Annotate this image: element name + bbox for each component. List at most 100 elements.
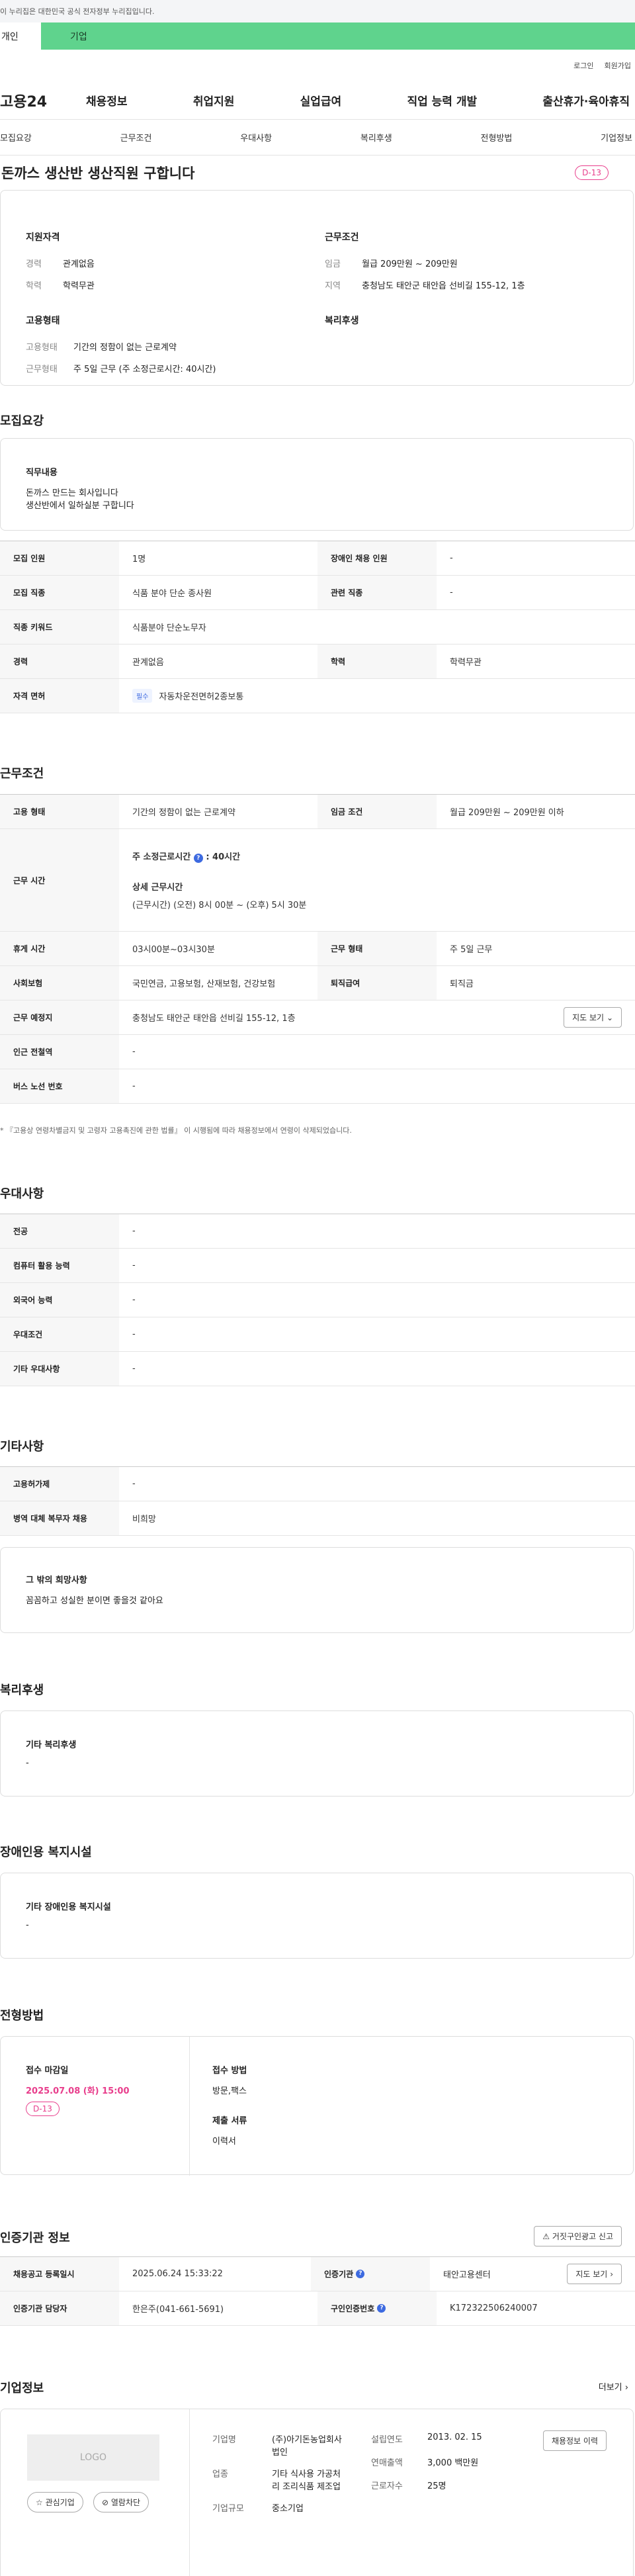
company-more-link[interactable]: 더보기 › <box>599 2380 628 2393</box>
deadline-label: 접수 마감일 <box>26 2066 69 2076</box>
th-job-keyword: 직종 키워드 <box>0 610 119 644</box>
td-reg-date: 2025.06.24 15:33:22 <box>132 2269 223 2279</box>
anchor-selection[interactable]: 전형방법 <box>481 131 513 144</box>
deadline-dday: D-13 <box>26 2102 60 2116</box>
gnb-unemployment-benefit[interactable]: 실업급여 <box>300 92 342 109</box>
disability-value: - <box>26 1920 29 1930</box>
alert-icon: ⚠ <box>542 2232 550 2241</box>
td-agency: 태안고용센터 지도 보기 › <box>430 2257 635 2291</box>
table-row: 인근 전철역 - <box>0 1035 635 1069</box>
anchor-welfare[interactable]: 복리후생 <box>360 131 392 144</box>
table-row: 근무 예정지 충청남도 태안군 태안읍 선비길 155-12, 1층 지도 보기 ⌄ <box>0 1000 635 1035</box>
anchor-conditions[interactable]: 근무조건 <box>120 131 152 144</box>
map-button[interactable]: 지도 보기 ⌄ <box>564 1007 622 1028</box>
weekly-hours-value: : 40시간 <box>206 852 241 862</box>
size-value: 중소기업 <box>272 2504 304 2514</box>
welfare-box: 기타 복리후생 - <box>0 1710 634 1797</box>
company-box: LOGO ☆ 관심기업 ⊘ 열람차단 기업명 (주)아기돈농업회사법인 업종 기타 … <box>0 2409 634 2576</box>
recruit-table: 모집 인원 1명 장애인 채용 인원 - 모집 직종 식품 분야 단순 종사원 관련 직종… <box>0 541 635 713</box>
company-info-left: 기업명 (주)아기돈농업회사법인 업종 기타 식사용 가공처리 조리식품 제조업 기… <box>212 2432 345 2514</box>
duty-box: 직무내용 돈까스 만드는 회사입니다 생산반에서 일하실분 구합니다 <box>0 438 634 531</box>
th-military: 병역 대체 복무자 채용 <box>0 1501 119 1535</box>
table-row: 인증기관 담당자 한은주(041-661-5691) 구인인증번호 ? K172322… <box>0 2291 635 2326</box>
th-career: 경력 <box>0 644 119 678</box>
agency-name: 태안고용센터 <box>443 2270 491 2280</box>
name-value: (주)아기돈농업회사법인 <box>272 2435 342 2458</box>
td-language: - <box>132 1295 136 1305</box>
anchor-recruit[interactable]: 모집요강 <box>0 131 32 144</box>
global-nav: 고용24 채용정보 취업지원 실업급여 직업 능력 개발 출산휴가·육아휴직 <box>0 81 635 120</box>
td-auth-no: K172322506240007 <box>450 2303 538 2313</box>
table-row: 버스 노선 번호 - <box>0 1069 635 1104</box>
auth-table: 채용공고 등록일시 2025.06.24 15:33:22 인증기관 ? 태안고용센터… <box>0 2256 635 2326</box>
table-row: 사회보험 국민연금, 고용보험, 산재보험, 건강보험 퇴직급여 퇴직금 <box>0 966 635 1000</box>
th-job-type: 모집 직종 <box>0 576 119 609</box>
table-row: 모집 인원 1명 장애인 채용 인원 - <box>0 541 635 576</box>
preference-table: 전공 - 컴퓨터 활용 능력 - 외국어 능력 - 우대조건 - 기타 우대사항 - <box>0 1214 635 1386</box>
work-title: 근무조건 <box>325 232 359 243</box>
anchor-company[interactable]: 기업정보 <box>601 131 632 144</box>
detail-hours-label: 상세 근무시간 <box>132 883 183 893</box>
etc-table: 고용허가제 - 병역 대체 복무자 채용 비희망 <box>0 1466 635 1536</box>
signup-link[interactable]: 회원가입 <box>605 60 631 71</box>
th-education: 학력 <box>318 644 437 678</box>
anchor-nav: 모집요강 근무조건 우대사항 복리후생 전형방법 기업정보 <box>0 120 635 155</box>
th-agency: 인증기관 ? <box>311 2257 430 2291</box>
th-break: 휴게 시간 <box>0 932 119 965</box>
welfare-summary-title: 복리후생 <box>325 316 359 326</box>
gov-notice-bar: 이 누리집은 대한민국 공식 전자정부 누리집입니다. <box>0 0 635 22</box>
login-link[interactable]: 로그인 <box>573 60 593 71</box>
block-icon: ⊘ <box>102 2498 109 2507</box>
anchor-preference[interactable]: 우대사항 <box>240 131 272 144</box>
gnb-jobs[interactable]: 채용정보 <box>86 92 128 109</box>
table-row: 전공 - <box>0 1214 635 1249</box>
disability-heading: 장애인용 복지시설 <box>0 1845 92 1859</box>
method-label: 접수 방법 <box>212 2066 247 2076</box>
th-disabled-headcount: 장애인 채용 인원 <box>318 541 437 575</box>
hiring-history-button[interactable]: 채용정보 이력 <box>542 2430 607 2451</box>
td-retirement: 퇴직금 <box>450 979 474 989</box>
td-job-keyword: 식품분야 단순노무자 <box>132 623 206 633</box>
util-links: 로그인 회원가입 <box>0 50 635 81</box>
info-icon[interactable]: ? <box>193 854 203 863</box>
selection-box: 접수 마감일 2025.07.08 (화) 15:00 D-13 접수 방법 방… <box>0 2036 634 2176</box>
industry-value: 기타 식사용 가공처리 조리식품 제조업 <box>272 2469 341 2492</box>
td-pref-condition: - <box>132 1329 136 1339</box>
th-major: 전공 <box>0 1214 119 1248</box>
th-reg-date: 채용공고 등록일시 <box>0 2257 119 2291</box>
td-career: 관계없음 <box>132 658 164 668</box>
table-row: 직종 키워드 식품분야 단순노무자 <box>0 610 635 644</box>
info-icon[interactable]: ? <box>356 2270 365 2278</box>
td-other-pref: - <box>132 1364 136 1374</box>
company-info-right: 설립연도 2013. 02. 15 연매출액 3,000 백만원 근로자수 25명 <box>371 2432 482 2491</box>
block-view-button[interactable]: ⊘ 열람차단 <box>93 2492 149 2512</box>
fav-company-button[interactable]: ☆ 관심기업 <box>27 2492 83 2512</box>
gnb-employment-support[interactable]: 취업지원 <box>193 92 235 109</box>
gnb-training[interactable]: 직업 능력 개발 <box>407 92 477 109</box>
th-retirement: 퇴직급여 <box>318 966 437 1000</box>
preference-heading: 우대사항 <box>0 1187 44 1201</box>
table-row: 고용 형태 기간의 정함이 없는 근로계약 임금 조건 월급 209만원 ~ 209만… <box>0 795 635 829</box>
duty-line-1: 돈까스 만드는 회사입니다 <box>26 488 118 498</box>
td-disabled-headcount: - <box>450 553 453 563</box>
table-row: 병역 대체 복무자 채용 비희망 <box>0 1501 635 1536</box>
year-value: 2013. 02. 15 <box>427 2432 482 2442</box>
qual-title: 지원자격 <box>26 232 60 243</box>
gnb-parental-leave[interactable]: 출산휴가·육아휴직 <box>542 92 630 109</box>
report-fake-ad-button[interactable]: ⚠ 거짓구인광고 신고 <box>534 2226 622 2246</box>
th-headcount: 모집 인원 <box>0 541 119 575</box>
work-form-label: 근무형태 <box>26 365 58 375</box>
duty-title: 직무내용 <box>26 468 58 478</box>
org-tabs: 개인 기업 <box>0 22 635 50</box>
td-eps: - <box>132 1479 136 1489</box>
td-work-form: 주 5일 근무 <box>450 945 493 955</box>
company-heading: 기업정보 <box>0 2381 44 2395</box>
site-logo[interactable]: 고용24 <box>0 90 86 111</box>
td-job-type: 식품 분야 단순 종사원 <box>132 589 212 599</box>
info-icon[interactable]: ? <box>377 2304 386 2313</box>
th-pref-condition: 우대조건 <box>0 1317 119 1351</box>
agency-map-button[interactable]: 지도 보기 › <box>567 2264 622 2284</box>
tab-personal[interactable]: 개인 <box>0 22 41 50</box>
tab-company[interactable]: 기업 <box>41 22 635 50</box>
emp-title: 고용형태 <box>26 316 60 326</box>
